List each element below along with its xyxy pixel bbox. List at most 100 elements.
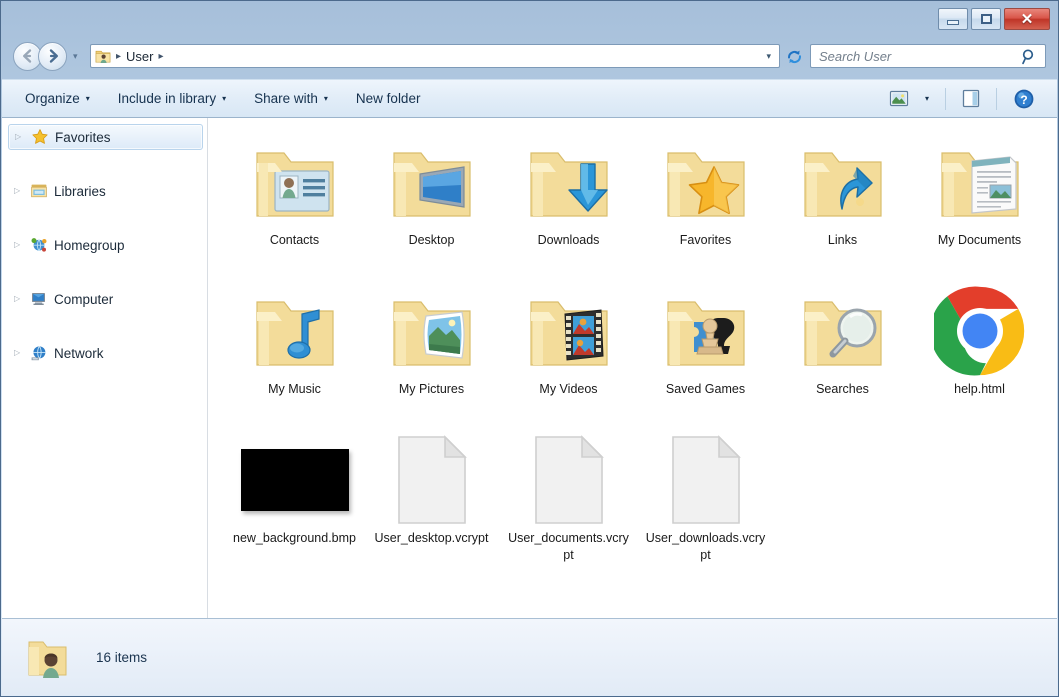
file-item-label: help.html xyxy=(954,382,1005,396)
folder-favorites-icon xyxy=(637,134,774,230)
recent-pages-button[interactable]: ▾ xyxy=(73,51,83,61)
organize-label: Organize xyxy=(25,91,80,106)
breadcrumb-user[interactable]: User xyxy=(126,49,153,64)
folder-searches-icon xyxy=(774,283,911,379)
file-item-downloads[interactable]: Downloads xyxy=(500,128,637,277)
search-input[interactable]: Search User xyxy=(819,49,891,64)
user-folder-icon xyxy=(95,48,111,64)
include-in-library-button[interactable]: Include in library ▾ xyxy=(107,87,237,110)
close-button[interactable]: ✕ xyxy=(1004,8,1050,30)
preview-pane-icon xyxy=(962,89,980,108)
preview-pane-button[interactable] xyxy=(956,85,986,112)
file-item-label: My Pictures xyxy=(398,382,465,396)
refresh-icon xyxy=(787,50,801,63)
sidebar-item-favorites[interactable]: ▷ Favorites xyxy=(8,124,203,150)
expander-icon[interactable]: ▷ xyxy=(15,133,25,141)
folder-downloads-icon xyxy=(500,134,637,230)
organize-button[interactable]: Organize ▾ xyxy=(14,87,101,110)
file-item-links[interactable]: Links xyxy=(774,128,911,277)
new-folder-label: New folder xyxy=(355,91,421,106)
forward-button[interactable] xyxy=(38,41,67,71)
breadcrumb-separator-2[interactable]: ▸ xyxy=(153,51,168,62)
file-item-user-documents-vcrypt[interactable]: User_documents.vcrypt xyxy=(500,426,637,575)
black-thumbnail xyxy=(240,449,349,511)
chevron-down-icon: ▾ xyxy=(924,93,929,103)
new-folder-button[interactable]: New folder xyxy=(345,87,432,110)
sidebar-item-libraries[interactable]: ▷ Libraries xyxy=(8,178,203,204)
file-item-my-pictures[interactable]: My Pictures xyxy=(363,277,500,426)
file-item-saved-games[interactable]: Saved Games xyxy=(637,277,774,426)
item-count-label: 16 items xyxy=(96,649,148,665)
change-view-button[interactable] xyxy=(883,86,915,111)
file-item-contacts[interactable]: Contacts xyxy=(226,128,363,277)
sidebar-item-label: Favorites xyxy=(55,129,111,145)
file-item-label: Saved Games xyxy=(665,382,746,396)
sidebar-item-label: Network xyxy=(54,345,104,361)
change-view-icon xyxy=(889,90,909,107)
explorer-window: ✕ ▾ ▸ User ▸ ▾ Search User Organize ▾ In… xyxy=(0,0,1059,697)
include-in-library-label: Include in library xyxy=(117,91,217,106)
breadcrumb-separator-1: ▸ xyxy=(116,50,122,62)
refresh-button[interactable] xyxy=(782,44,806,68)
file-item-user-desktop-vcrypt[interactable]: User_desktop.vcrypt xyxy=(363,426,500,575)
search-icon xyxy=(1021,48,1038,70)
sidebar-item-computer[interactable]: ▷ Computer xyxy=(8,286,203,312)
file-item-my-music[interactable]: My Music xyxy=(226,277,363,426)
forward-arrow-icon xyxy=(49,49,58,63)
change-view-dropdown[interactable]: ▾ xyxy=(919,91,935,107)
body-area: ▷ Favorites ▷ Libraries ▷ Homegroup ▷ Co… xyxy=(2,117,1057,618)
sidebar-item-homegroup[interactable]: ▷ Homegroup xyxy=(8,232,203,258)
file-item-searches[interactable]: Searches xyxy=(774,277,911,426)
maximize-icon xyxy=(980,14,992,24)
file-item-my-videos[interactable]: My Videos xyxy=(500,277,637,426)
folder-documents-icon xyxy=(911,134,1048,230)
file-item-label: Searches xyxy=(816,382,869,396)
minimize-button[interactable] xyxy=(938,8,968,30)
file-item-my-documents[interactable]: My Documents xyxy=(911,128,1048,277)
network-icon xyxy=(31,346,46,361)
sidebar-item-label: Libraries xyxy=(54,183,106,199)
file-item-label: Desktop xyxy=(408,233,455,247)
file-item-help-html[interactable]: help.html xyxy=(911,277,1048,426)
expander-icon[interactable]: ▷ xyxy=(14,241,24,249)
chrome-icon xyxy=(911,283,1048,379)
chevron-down-icon: ▾ xyxy=(222,93,227,103)
address-bar[interactable]: ▸ User ▸ ▾ xyxy=(90,44,780,68)
black-bitmap-thumbnail-icon xyxy=(226,432,363,528)
svg-text:?: ? xyxy=(1020,92,1027,106)
sidebar-item-network[interactable]: ▷ Network xyxy=(8,340,203,366)
expander-icon[interactable]: ▷ xyxy=(14,295,24,303)
toolbar-right-group: ▾ ? xyxy=(883,84,1041,114)
file-item-new-background-bmp[interactable]: new_background.bmp xyxy=(226,426,363,575)
blank-document-icon xyxy=(637,432,774,528)
file-item-label: User_downloads.vcrypt xyxy=(645,531,766,562)
maximize-restore-button[interactable] xyxy=(971,8,1001,30)
search-box[interactable]: Search User xyxy=(810,44,1046,68)
folder-desktop-icon xyxy=(363,134,500,230)
address-row: ▾ ▸ User ▸ ▾ Search User xyxy=(1,39,1058,73)
file-item-favorites[interactable]: Favorites xyxy=(637,128,774,277)
file-item-label: My Documents xyxy=(937,233,1022,247)
help-button[interactable]: ? xyxy=(1007,84,1041,114)
back-arrow-icon xyxy=(22,49,31,63)
file-item-label: Downloads xyxy=(537,233,600,247)
file-list-pane[interactable]: Contacts Desktop Downloads Favorites Lin… xyxy=(208,118,1057,618)
file-item-user-downloads-vcrypt[interactable]: User_downloads.vcrypt xyxy=(637,426,774,575)
file-grid: Contacts Desktop Downloads Favorites Lin… xyxy=(226,128,1057,575)
blank-document-icon xyxy=(500,432,637,528)
share-with-button[interactable]: Share with ▾ xyxy=(243,87,339,110)
folder-videos-icon xyxy=(500,283,637,379)
user-folder-icon xyxy=(28,641,67,678)
sidebar-item-label: Computer xyxy=(54,291,114,307)
close-icon: ✕ xyxy=(1020,10,1034,28)
toolbar-divider xyxy=(945,87,946,110)
file-item-desktop[interactable]: Desktop xyxy=(363,128,500,277)
address-dropdown-icon[interactable]: ▾ xyxy=(766,51,771,61)
share-with-label: Share with xyxy=(254,91,318,106)
expander-icon[interactable]: ▷ xyxy=(14,349,24,357)
file-item-label: new_background.bmp xyxy=(233,531,356,545)
expander-icon[interactable]: ▷ xyxy=(14,187,24,195)
file-item-label: User_desktop.vcrypt xyxy=(374,531,489,545)
folder-contacts-icon xyxy=(226,134,363,230)
chevron-down-icon: ▾ xyxy=(323,93,328,103)
